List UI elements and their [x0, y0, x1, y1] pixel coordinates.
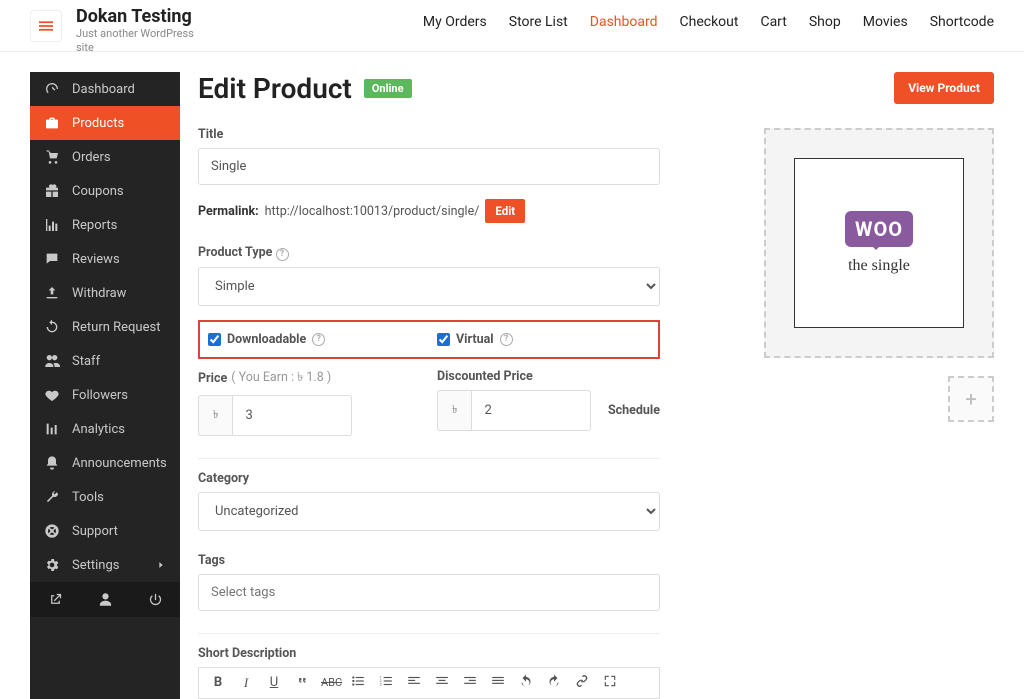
sidebar-footer: [30, 582, 180, 617]
sidebar-item-announcements[interactable]: Announcements: [30, 446, 180, 480]
strike-button[interactable]: ABC: [321, 676, 339, 689]
top-nav: My Orders Store List Dashboard Checkout Cart…: [423, 6, 994, 30]
hamburger-button[interactable]: [30, 10, 62, 42]
sidebar-item-orders[interactable]: Orders: [30, 140, 180, 174]
sidebar-item-support[interactable]: Support: [30, 514, 180, 548]
site-title[interactable]: Dokan Testing: [76, 6, 196, 27]
price-input[interactable]: [232, 395, 352, 436]
underline-button[interactable]: U: [265, 675, 283, 690]
nav-my-orders[interactable]: My Orders: [423, 14, 487, 30]
number-list-button[interactable]: 123: [377, 674, 395, 692]
label-price: Price ( You Earn : ৳ 1.8 ): [198, 369, 429, 389]
tags-input[interactable]: [198, 574, 660, 611]
svg-text:3: 3: [380, 682, 382, 686]
footer-external-icon[interactable]: [30, 582, 80, 617]
virtual-checkbox[interactable]: [437, 333, 450, 346]
downloadable-virtual-row: Downloadable ? Virtual ?: [198, 320, 660, 359]
edit-permalink-button[interactable]: Edit: [485, 199, 525, 223]
discount-price-input[interactable]: [471, 390, 591, 431]
featured-image-uploader[interactable]: WOO the single: [764, 128, 994, 358]
sidebar-item-reports[interactable]: Reports: [30, 208, 180, 242]
label-discount-price: Discounted Price: [437, 369, 660, 384]
sidebar-item-products[interactable]: Products: [30, 106, 180, 140]
add-gallery-image-button[interactable]: +: [948, 376, 994, 422]
category-select[interactable]: Uncategorized: [198, 492, 660, 531]
status-badge: Online: [364, 79, 412, 98]
link-button[interactable]: [573, 674, 591, 692]
fullscreen-button[interactable]: [601, 674, 619, 692]
align-center-button[interactable]: [433, 674, 451, 692]
quote-button[interactable]: [293, 674, 311, 692]
align-right-button[interactable]: [461, 674, 479, 692]
bold-button[interactable]: B: [209, 675, 227, 690]
footer-power-icon[interactable]: [130, 582, 180, 617]
sidebar-item-coupons[interactable]: Coupons: [30, 174, 180, 208]
sidebar: DashboardProductsOrdersCouponsReportsRev…: [30, 72, 180, 699]
permalink-url: http://localhost:10013/product/single/: [265, 204, 480, 219]
virtual-option[interactable]: Virtual ?: [429, 332, 658, 347]
page-heading-row: Edit Product Online: [198, 72, 994, 105]
product-type-select[interactable]: Simple: [198, 267, 660, 306]
topbar: Dokan Testing Just another WordPress sit…: [0, 0, 1024, 52]
help-icon[interactable]: ?: [500, 333, 513, 346]
italic-button[interactable]: I: [237, 675, 255, 691]
title-input[interactable]: [198, 148, 660, 185]
footer-user-icon[interactable]: [80, 582, 130, 617]
site-tagline: Just another WordPress site: [76, 27, 196, 56]
editor-toolbar: B I U ABC 123: [198, 667, 660, 699]
sidebar-item-dashboard[interactable]: Dashboard: [30, 72, 180, 106]
undo-button[interactable]: [517, 674, 535, 692]
label-short-description: Short Description: [198, 646, 660, 661]
sidebar-item-analytics[interactable]: Analytics: [30, 412, 180, 446]
view-product-button[interactable]: View Product: [894, 72, 994, 104]
downloadable-option[interactable]: Downloadable ?: [200, 332, 429, 347]
featured-image: WOO the single: [794, 158, 964, 328]
sidebar-item-withdraw[interactable]: Withdraw: [30, 276, 180, 310]
nav-shortcode[interactable]: Shortcode: [930, 14, 994, 30]
sidebar-item-settings[interactable]: Settings: [30, 548, 180, 582]
label-title: Title: [198, 127, 660, 142]
align-left-button[interactable]: [405, 674, 423, 692]
bullet-list-button[interactable]: [349, 674, 367, 692]
nav-shop[interactable]: Shop: [809, 14, 841, 30]
nav-dashboard[interactable]: Dashboard: [590, 14, 658, 30]
help-icon[interactable]: ?: [312, 333, 325, 346]
align-justify-button[interactable]: [489, 674, 507, 692]
nav-store-list[interactable]: Store List: [509, 14, 568, 30]
currency-symbol: ৳: [198, 395, 232, 436]
schedule-link[interactable]: Schedule: [608, 403, 660, 418]
nav-checkout[interactable]: Checkout: [680, 14, 739, 30]
permalink-label: Permalink:: [198, 204, 259, 219]
downloadable-checkbox[interactable]: [208, 333, 221, 346]
nav-movies[interactable]: Movies: [863, 14, 908, 30]
page-title: Edit Product: [198, 72, 352, 105]
sidebar-item-return-request[interactable]: Return Request: [30, 310, 180, 344]
redo-button[interactable]: [545, 674, 563, 692]
brand: Dokan Testing Just another WordPress sit…: [76, 6, 196, 56]
help-icon[interactable]: ?: [276, 248, 289, 261]
label-tags: Tags: [198, 553, 660, 568]
sidebar-item-tools[interactable]: Tools: [30, 480, 180, 514]
label-category: Category: [198, 471, 660, 486]
sidebar-item-staff[interactable]: Staff: [30, 344, 180, 378]
sidebar-item-reviews[interactable]: Reviews: [30, 242, 180, 276]
woo-logo: WOO: [845, 211, 913, 247]
nav-cart[interactable]: Cart: [760, 14, 786, 30]
sidebar-item-followers[interactable]: Followers: [30, 378, 180, 412]
woo-caption: the single: [848, 257, 910, 275]
main-content: Edit Product Online View Product WOO the…: [180, 72, 994, 699]
label-product-type: Product Type ?: [198, 245, 660, 261]
currency-symbol: ৳: [437, 390, 471, 431]
permalink-row: Permalink: http://localhost:10013/produc…: [198, 199, 660, 223]
